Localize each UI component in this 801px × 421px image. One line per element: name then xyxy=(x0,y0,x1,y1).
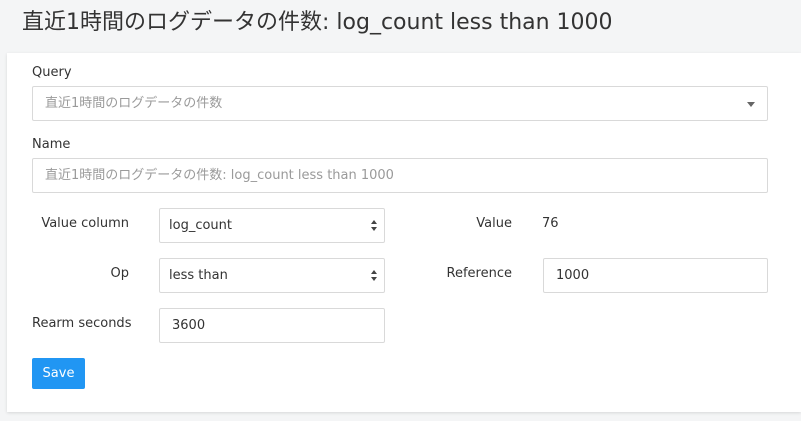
rearm-seconds-input[interactable]: 3600 xyxy=(159,308,385,343)
name-input-value: 直近1時間のログデータの件数: log_count less than 1000 xyxy=(45,168,394,183)
query-select[interactable]: 直近1時間のログデータの件数 xyxy=(32,86,768,121)
reference-input[interactable]: 1000 xyxy=(543,258,768,293)
reference-label: Reference xyxy=(446,266,512,281)
select-arrows-icon xyxy=(371,270,379,282)
page-title: 直近1時間のログデータの件数: log_count less than 1000 xyxy=(22,10,613,35)
value-column-select-value: log_count xyxy=(169,218,232,233)
current-value: 76 xyxy=(542,216,559,231)
save-button[interactable]: Save xyxy=(32,358,85,389)
op-label: Op xyxy=(110,266,129,281)
chevron-down-icon xyxy=(747,102,755,107)
rearm-seconds-label: Rearm seconds xyxy=(32,316,132,331)
alert-settings-card: Query 直近1時間のログデータの件数 Name 直近1時間のログデータの件数… xyxy=(7,53,801,412)
value-column-label: Value column xyxy=(41,216,129,231)
value-label: Value xyxy=(476,216,512,231)
name-label: Name xyxy=(32,137,71,152)
rearm-seconds-input-value: 3600 xyxy=(172,318,206,333)
op-select[interactable]: less than xyxy=(159,258,385,293)
select-arrows-icon xyxy=(371,220,379,232)
value-column-select[interactable]: log_count xyxy=(159,208,385,243)
op-select-value: less than xyxy=(169,268,228,283)
query-label: Query xyxy=(32,65,72,80)
reference-input-value: 1000 xyxy=(556,268,590,283)
name-input[interactable]: 直近1時間のログデータの件数: log_count less than 1000 xyxy=(32,158,768,193)
query-select-value: 直近1時間のログデータの件数 xyxy=(45,96,223,111)
